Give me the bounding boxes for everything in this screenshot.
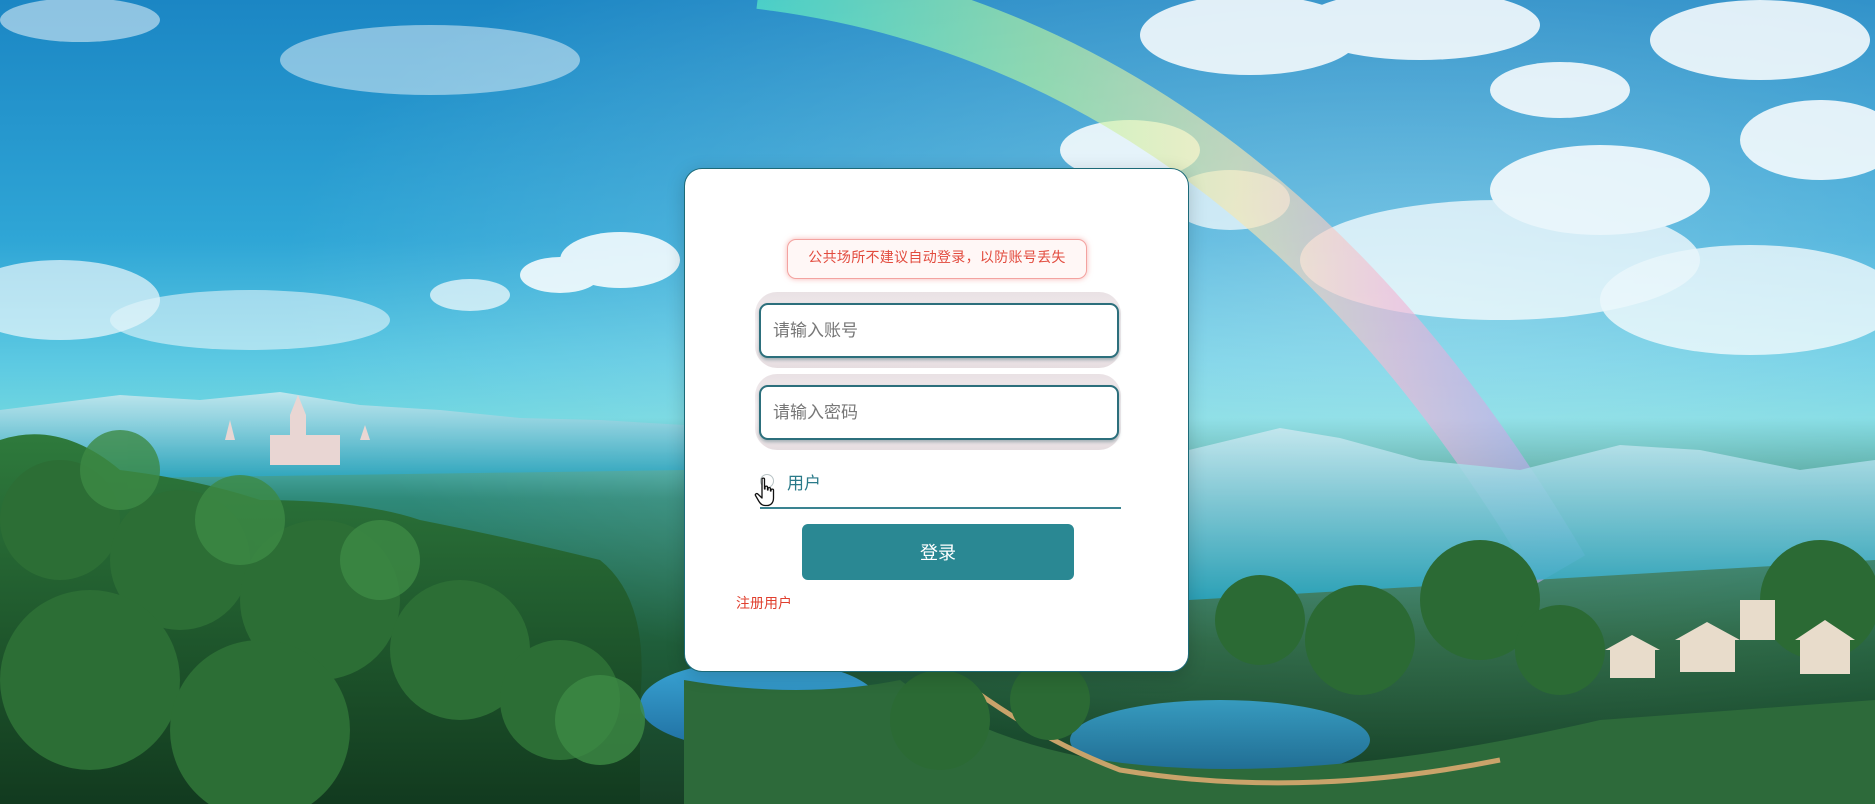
register-user-link[interactable]: 注册用户 <box>736 593 792 613</box>
user-role-label[interactable]: 用户 <box>787 469 821 494</box>
hand-pointer-icon <box>754 477 775 507</box>
login-button[interactable]: 登录 <box>802 524 1074 580</box>
role-selector: 用户 <box>754 469 1121 509</box>
account-input[interactable] <box>759 303 1119 358</box>
security-notice: 公共场所不建议自动登录，以防账号丢失 <box>787 239 1087 279</box>
login-card: 公共场所不建议自动登录，以防账号丢失 用户 登录 注册用户 <box>684 168 1189 672</box>
account-field-container <box>755 292 1121 368</box>
password-input[interactable] <box>759 385 1119 440</box>
password-field-container <box>755 374 1121 450</box>
